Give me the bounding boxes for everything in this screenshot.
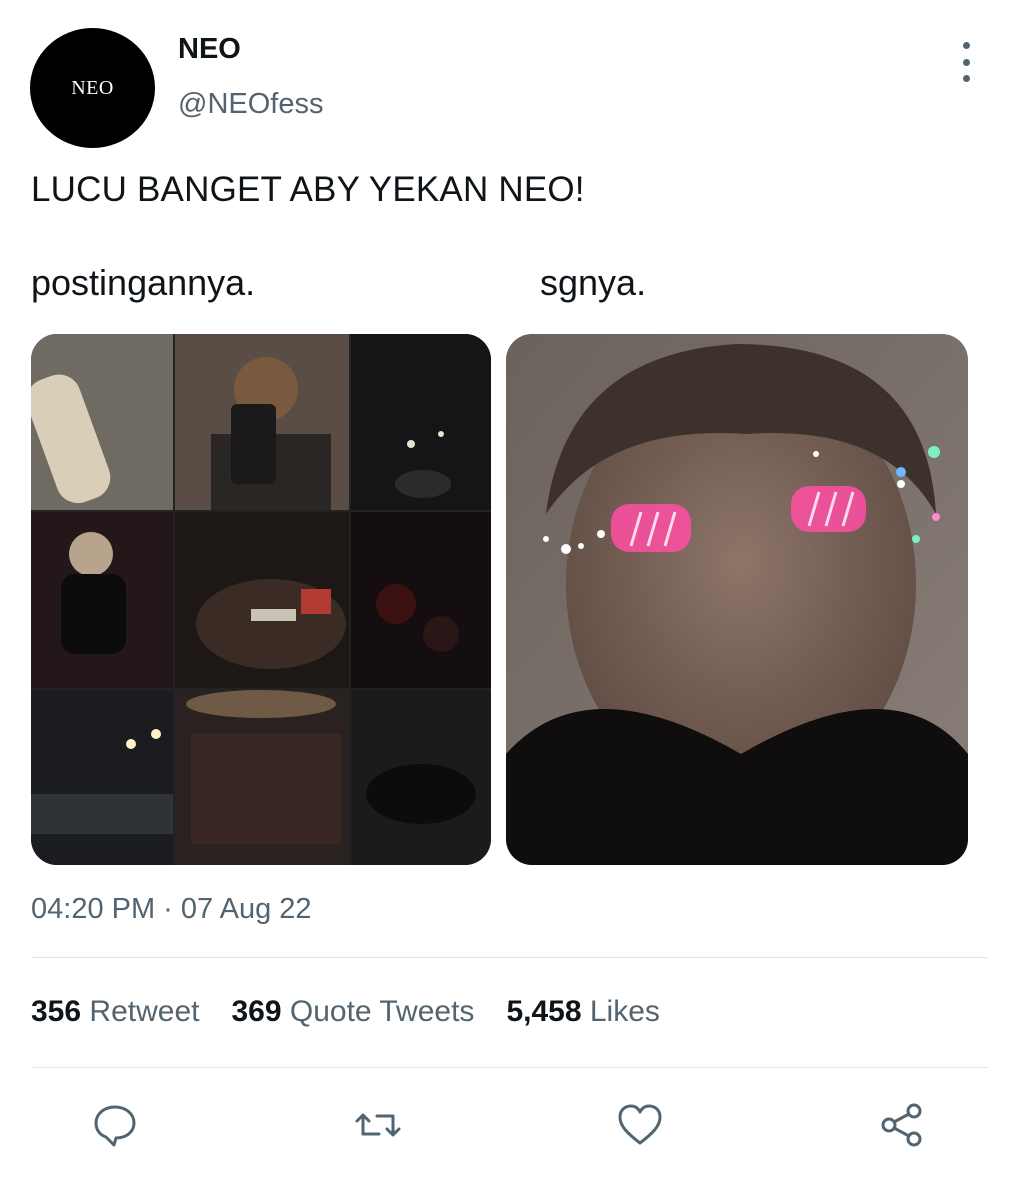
- retweet-icon[interactable]: [355, 1102, 401, 1148]
- retweet-count: 356: [31, 995, 82, 1028]
- share-icon[interactable]: [879, 1102, 925, 1148]
- engagement-stats: 356 Retweet 369 Quote Tweets 5,458 Likes: [31, 995, 692, 1029]
- retweet-label: Retweet: [89, 995, 200, 1028]
- caption-right: sgnya.: [540, 262, 647, 303]
- display-name[interactable]: NEO: [178, 33, 241, 66]
- divider: [31, 957, 988, 958]
- tweet-text: LUCU BANGET ABY YEKAN NEO!: [31, 170, 585, 209]
- quote-stat[interactable]: 369 Quote Tweets: [231, 995, 474, 1029]
- heart-icon[interactable]: [617, 1102, 663, 1148]
- avatar-text: NEO: [71, 76, 114, 99]
- tweet-timestamp[interactable]: 04:20 PM · 07 Aug 22: [31, 893, 312, 926]
- quote-label: Quote Tweets: [289, 995, 475, 1028]
- likes-label: Likes: [589, 995, 660, 1028]
- likes-stat[interactable]: 5,458 Likes: [506, 995, 659, 1029]
- reply-icon[interactable]: [92, 1102, 138, 1148]
- avatar[interactable]: NEO: [30, 28, 155, 148]
- retweet-stat[interactable]: 356 Retweet: [31, 995, 199, 1029]
- likes-count: 5,458: [506, 995, 582, 1028]
- portrait-photo[interactable]: [506, 334, 968, 865]
- quote-count: 369: [231, 995, 282, 1028]
- photo-collage[interactable]: [31, 334, 491, 865]
- more-options-icon[interactable]: [952, 42, 980, 82]
- caption-left: postingannya.: [31, 262, 256, 303]
- user-handle[interactable]: @NEOfess: [178, 88, 323, 121]
- divider: [31, 1067, 988, 1068]
